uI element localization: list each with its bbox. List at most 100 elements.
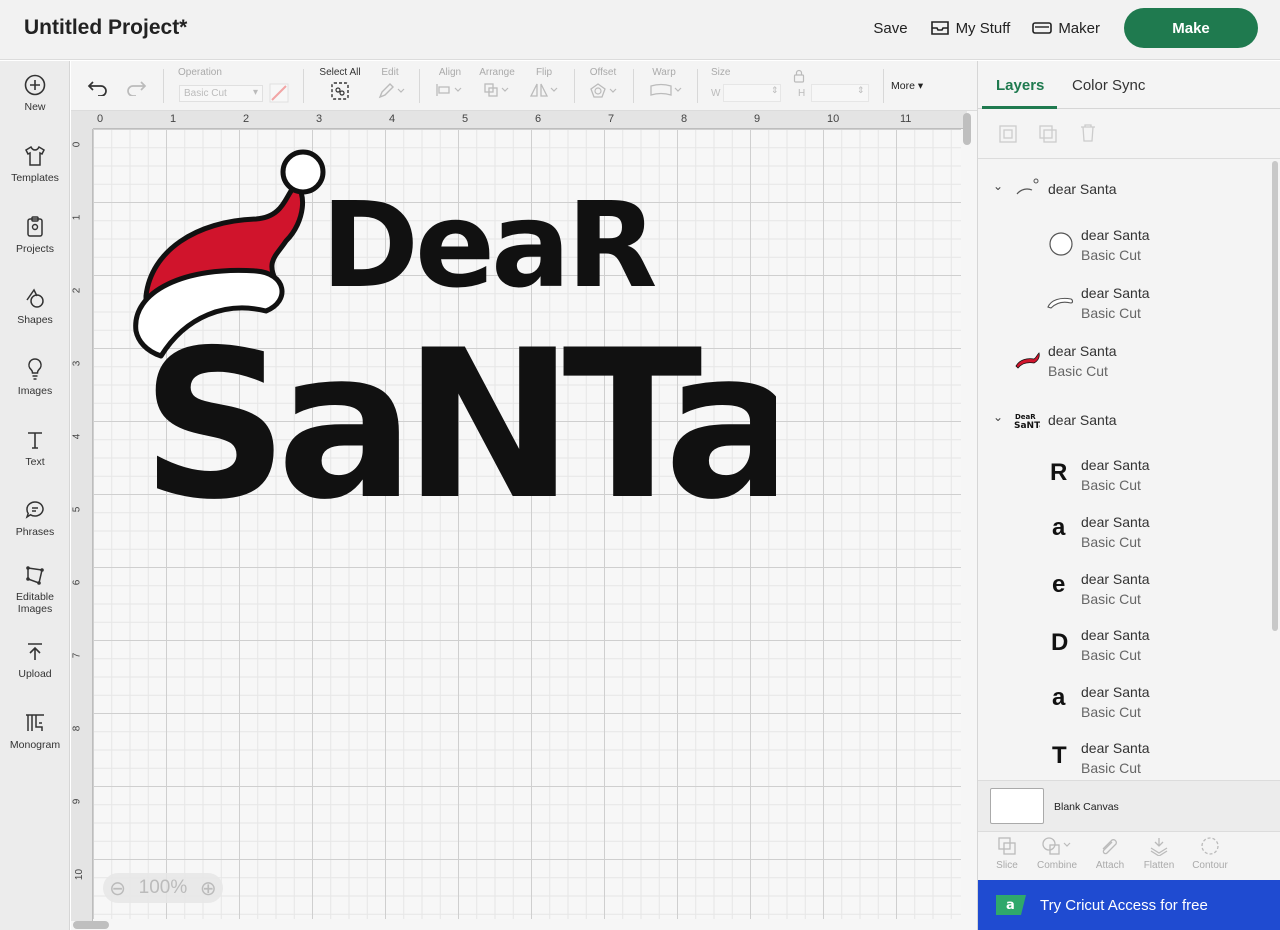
attach-button[interactable]: Attach xyxy=(1083,836,1137,871)
layer-row[interactable]: e dear Santa Basic Cut xyxy=(978,569,1272,609)
blank-canvas-swatch[interactable] xyxy=(990,788,1044,824)
layer-actions: Slice Combine Attach Flatten Contour xyxy=(978,832,1280,880)
combine-label: Combine xyxy=(1036,860,1078,871)
ruler-top-label: 7 xyxy=(608,113,615,125)
sidebar-item-editable-images[interactable]: Editable Images xyxy=(0,563,70,615)
layer-row[interactable]: R dear Santa Basic Cut xyxy=(978,455,1272,495)
edit-toolbar: Operation Basic Cut ▾ Select All Edit Al… xyxy=(71,61,977,111)
layer-group-row[interactable]: ⌄ DeaRSaNTa dear Santa xyxy=(978,410,1272,432)
width-stepper-icon[interactable]: ⇕ xyxy=(771,85,779,96)
chevron-down-icon: ▾ xyxy=(252,87,258,98)
hat-outline-thumb-icon xyxy=(1016,178,1039,195)
operation-value: Basic Cut xyxy=(184,88,227,99)
toolbar-divider xyxy=(419,69,420,103)
layer-operation: Basic Cut xyxy=(1081,647,1141,663)
sidebar-item-phrases[interactable]: Phrases xyxy=(0,498,70,538)
sidebar-item-projects[interactable]: Projects xyxy=(0,215,70,255)
layer-row[interactable]: dear Santa Basic Cut xyxy=(978,283,1272,323)
duplicate-icon[interactable] xyxy=(1038,124,1058,144)
letter-thumb: a xyxy=(1052,514,1066,541)
height-label: H xyxy=(798,88,806,99)
offset-button[interactable]: Offset xyxy=(587,67,619,100)
select-all-label: Select All xyxy=(319,67,361,78)
layer-row[interactable]: a dear Santa Basic Cut xyxy=(978,682,1272,722)
sidebar-item-images[interactable]: Images xyxy=(0,357,70,397)
combine-button[interactable]: Combine xyxy=(1030,836,1084,871)
contour-button[interactable]: Contour xyxy=(1183,836,1237,871)
upload-icon xyxy=(28,643,42,660)
layer-row[interactable]: T dear Santa Basic Cut xyxy=(978,738,1272,778)
artwork-line-santa[interactable]: SaNTa xyxy=(141,307,776,511)
arrange-button[interactable]: Arrange xyxy=(477,67,517,98)
layer-name: dear Santa xyxy=(1048,181,1117,197)
app-header: Untitled Project* Save My Stuff Maker Ma… xyxy=(0,0,1280,60)
layer-group-row[interactable]: ⌄ dear Santa xyxy=(978,178,1272,201)
svg-text:SaNTa: SaNTa xyxy=(1014,421,1040,430)
layer-row[interactable]: a dear Santa Basic Cut xyxy=(978,512,1272,552)
zoom-out-icon[interactable]: ⊖ xyxy=(109,876,126,901)
save-button[interactable]: Save xyxy=(873,20,907,37)
sidebar-item-text[interactable]: Text xyxy=(0,428,70,468)
project-title[interactable]: Untitled Project* xyxy=(24,16,187,40)
pen-slash-icon[interactable] xyxy=(269,83,289,103)
zoom-control: ⊖ 100% ⊕ xyxy=(103,873,223,903)
ruler-top-label: 4 xyxy=(389,113,396,125)
warp-button[interactable]: Warp xyxy=(649,67,682,98)
align-button[interactable]: Align xyxy=(435,67,465,98)
edit-button[interactable]: Edit xyxy=(377,67,405,100)
redo-icon[interactable] xyxy=(125,78,147,96)
layers-scrollbar[interactable] xyxy=(1272,161,1278,631)
layer-row[interactable]: dear Santa Basic Cut xyxy=(978,341,1272,381)
sidebar-item-new[interactable]: New xyxy=(0,73,70,113)
make-button[interactable]: Make xyxy=(1124,8,1258,48)
sidebar-item-upload[interactable]: Upload xyxy=(0,640,70,680)
sidebar-item-label: New xyxy=(24,101,46,113)
machine-button[interactable]: Maker xyxy=(1032,20,1100,37)
toolbar-divider xyxy=(633,69,634,103)
sidebar-item-monogram[interactable]: Monogram xyxy=(0,711,70,751)
undo-icon[interactable] xyxy=(87,78,109,96)
sidebar-item-templates[interactable]: Templates xyxy=(0,144,70,184)
artwork-line-dear[interactable]: DeaR xyxy=(321,176,660,314)
hat-pompom[interactable] xyxy=(280,149,326,195)
my-stuff-button[interactable]: My Stuff xyxy=(930,19,1010,37)
sidebar-item-shapes[interactable]: Shapes xyxy=(0,286,70,326)
flip-button[interactable]: Flip xyxy=(529,67,559,98)
slice-label: Slice xyxy=(996,860,1018,871)
sidebar-item-label: Text xyxy=(25,456,45,468)
sidebar-item-label: Templates xyxy=(11,172,59,184)
tab-layers[interactable]: Layers xyxy=(996,77,1044,94)
more-button[interactable]: More ▾ xyxy=(891,80,923,92)
layer-name: dear Santa xyxy=(1081,227,1150,243)
canvas-vertical-scrollbar[interactable] xyxy=(963,113,971,145)
layer-row[interactable]: dear Santa Basic Cut xyxy=(978,225,1272,265)
flatten-button[interactable]: Flatten xyxy=(1132,836,1186,871)
sidebar-item-label: Phrases xyxy=(15,526,55,538)
trash-icon[interactable] xyxy=(1079,123,1097,143)
layer-name: dear Santa xyxy=(1081,740,1150,756)
group-icon[interactable] xyxy=(998,124,1018,144)
chevron-down-icon[interactable]: ⌄ xyxy=(993,410,1003,424)
select-all-button[interactable]: Select All xyxy=(317,67,363,100)
layer-name: dear Santa xyxy=(1081,514,1150,530)
tab-color-sync[interactable]: Color Sync xyxy=(1072,77,1145,94)
canvas-horizontal-scrollbar[interactable] xyxy=(73,921,109,929)
zoom-in-icon[interactable]: ⊕ xyxy=(200,876,217,901)
operation-select[interactable]: Basic Cut ▾ xyxy=(179,85,263,102)
design-canvas[interactable]: 0 1 2 3 4 5 6 7 8 9 10 11 0 1 2 3 4 5 6 7 8 9 10 DeaR SaNTa ⊖… xyxy=(71,111,977,930)
arrange-icon xyxy=(484,83,509,97)
brim-thumb-icon xyxy=(1047,297,1074,309)
svg-text:a: a xyxy=(1006,898,1015,913)
dear-santa-artwork[interactable]: DeaR SaNTa xyxy=(126,141,776,511)
letter-thumb: R xyxy=(1050,459,1068,486)
height-stepper-icon[interactable]: ⇕ xyxy=(857,85,865,96)
blank-canvas-row[interactable]: Blank Canvas xyxy=(978,780,1280,832)
editable-image-icon xyxy=(26,566,44,585)
lock-icon[interactable] xyxy=(793,69,805,83)
chevron-down-icon[interactable]: ⌄ xyxy=(993,179,1003,193)
text-t-icon xyxy=(28,432,42,449)
layer-row[interactable]: D dear Santa Basic Cut xyxy=(978,625,1272,665)
slice-button[interactable]: Slice xyxy=(980,836,1034,871)
cricut-access-logo-icon: a xyxy=(996,895,1026,915)
cricut-access-banner[interactable]: a Try Cricut Access for free xyxy=(978,880,1280,930)
